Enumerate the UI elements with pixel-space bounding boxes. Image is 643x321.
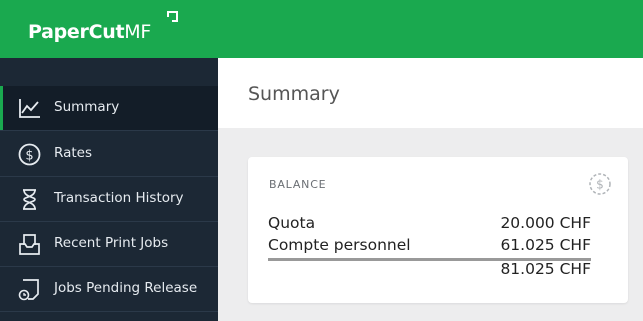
top-header: PaperCutMF [0,0,643,58]
sidebar-item-label: Jobs Pending Release [54,280,198,296]
balance-heading: BALANCE [269,178,327,191]
balance-card: BALANCE $ Quota 20.000 CHF Compte person… [248,157,628,303]
document-clock-icon [18,279,39,301]
sidebar-item-transaction-history[interactable]: Transaction History [0,177,218,222]
balance-row-personal-account: Compte personnel 61.025 CHF [268,236,591,258]
hourglass-icon [23,189,36,210]
logo-text-mf: MF [124,21,151,43]
papercut-logo[interactable]: PaperCutMF [28,21,151,43]
page-title-bar: Summary [218,58,643,128]
balance-value: 20.000 CHF [500,214,591,232]
sidebar-item-label: Recent Print Jobs [54,235,169,251]
sidebar-item-label: Summary [54,99,120,115]
balance-value: 61.025 CHF [500,236,591,254]
sidebar-item-label: Rates [54,145,92,161]
sidebar-item-rates[interactable]: $ Rates [0,132,218,177]
chart-line-icon [19,99,40,118]
sidebar: Summary $ Rates Transaction History Rece… [0,58,218,321]
sidebar-item-jobs-pending-release[interactable]: Jobs Pending Release [0,267,218,312]
print-tray-icon [19,234,40,255]
dollar-circle-icon: $ [18,143,41,166]
balance-row-total: 81.025 CHF [268,260,591,282]
logo-mark-icon [167,11,178,22]
sidebar-item-label: Transaction History [54,190,184,206]
balance-label: Quota [268,214,316,232]
dollar-circle-icon: $ [589,173,611,195]
logo-text-main: PaperCut [28,21,125,43]
balance-total-value: 81.025 CHF [500,260,591,278]
svg-text:$: $ [25,149,33,164]
balance-row-quota: Quota 20.000 CHF [268,214,591,236]
svg-text:$: $ [596,178,604,192]
page-title: Summary [248,83,340,105]
sidebar-item-recent-print-jobs[interactable]: Recent Print Jobs [0,222,218,267]
sidebar-item-summary[interactable]: Summary [0,86,218,131]
balance-label: Compte personnel [268,236,411,254]
